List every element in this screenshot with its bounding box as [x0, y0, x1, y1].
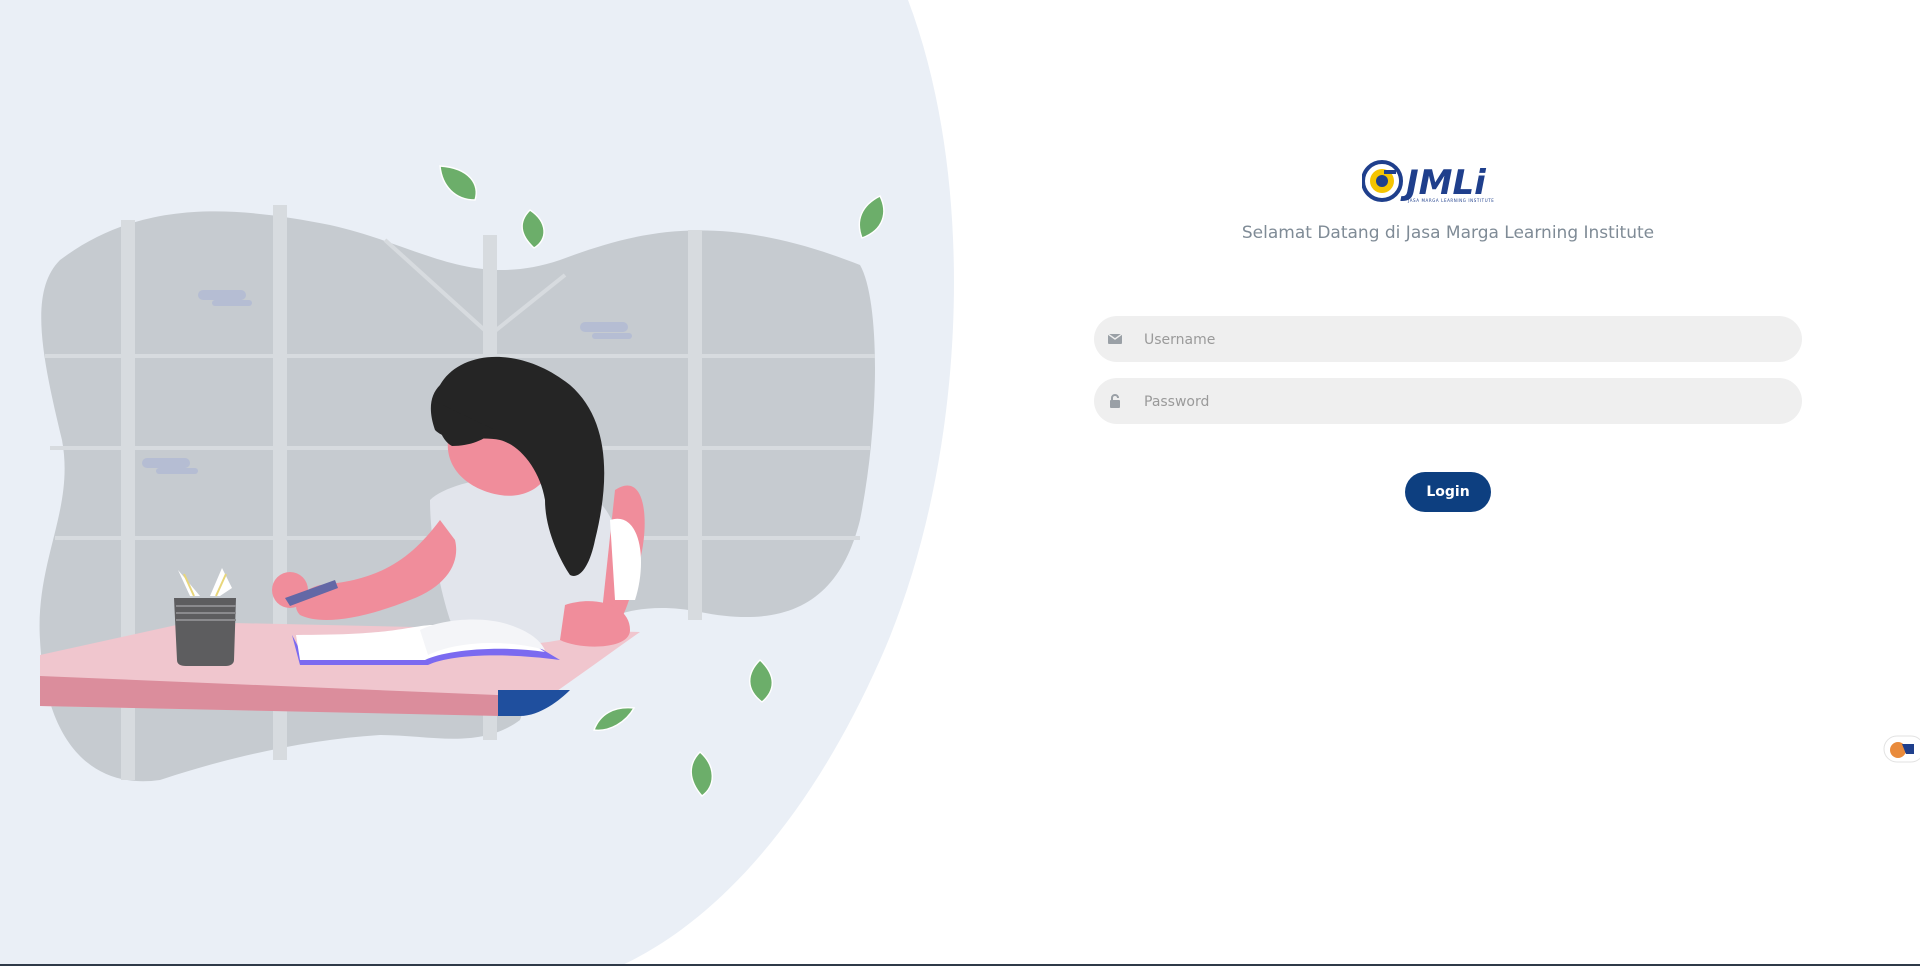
- login-button[interactable]: Login: [1405, 472, 1491, 512]
- floating-help-widget-icon[interactable]: [1882, 734, 1920, 764]
- jmli-logo: JMLi JASA MARGA LEARNING INSTITUTE: [1362, 160, 1494, 203]
- svg-text:JMLi: JMLi: [1400, 163, 1487, 203]
- welcome-text: Selamat Datang di Jasa Marga Learning In…: [1241, 223, 1655, 243]
- username-field[interactable]: [1094, 316, 1802, 364]
- envelope-icon: [1106, 330, 1124, 348]
- username-input[interactable]: [1142, 316, 1786, 364]
- password-input[interactable]: [1142, 378, 1786, 426]
- password-field[interactable]: [1094, 378, 1802, 426]
- lock-icon: [1106, 392, 1124, 410]
- login-panel: JMLi JASA MARGA LEARNING INSTITUTE Selam…: [1094, 0, 1802, 966]
- illustration-panel: [0, 0, 954, 966]
- svg-text:JASA MARGA LEARNING INSTITUTE: JASA MARGA LEARNING INSTITUTE: [1407, 198, 1494, 203]
